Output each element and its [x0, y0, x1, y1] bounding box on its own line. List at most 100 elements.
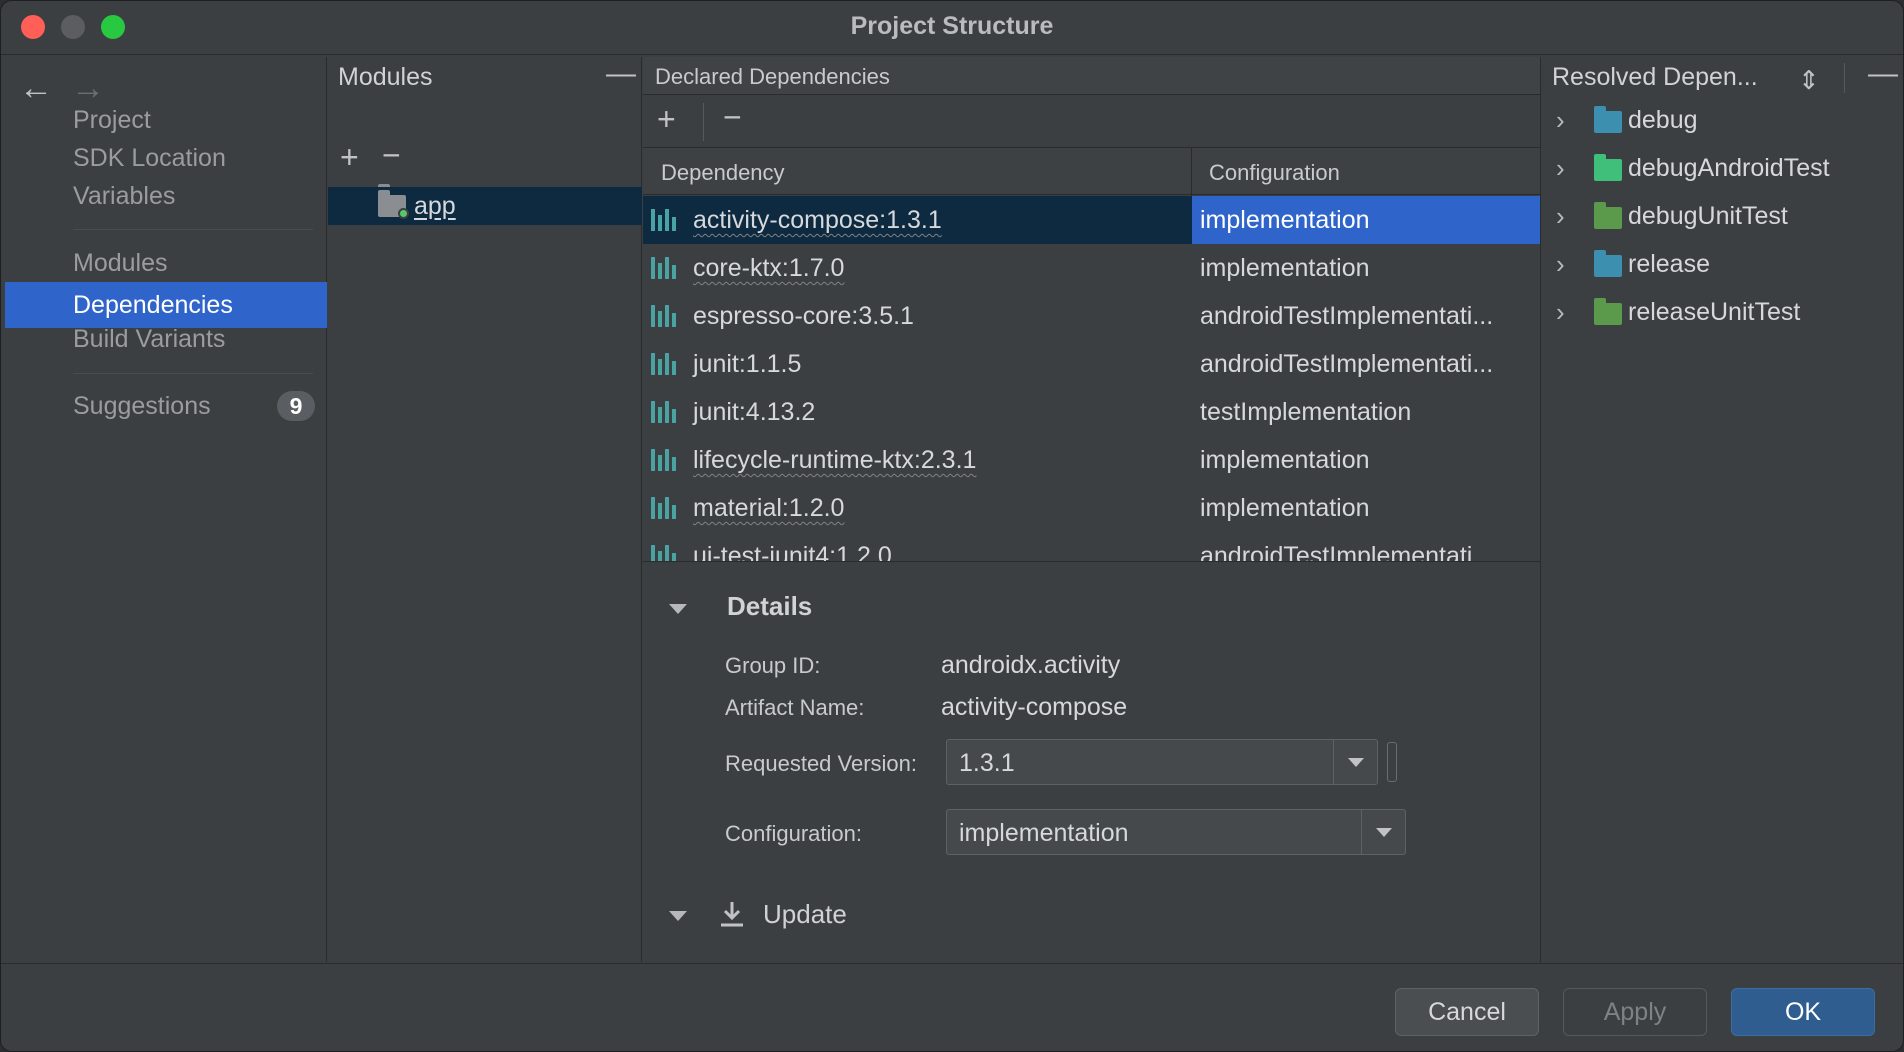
chevron-down-icon[interactable]: [1333, 740, 1377, 784]
library-icon: [651, 545, 679, 561]
group-id-value: androidx.activity: [941, 651, 1121, 679]
dependency-name: material:1.2.0: [693, 494, 845, 522]
chevron-down-icon[interactable]: [1361, 810, 1405, 854]
modules-panel-title: Modules: [338, 63, 433, 91]
resolved-item-debug-unit-test[interactable]: › debugUnitTest: [1542, 193, 1903, 241]
module-folder-icon: [378, 190, 409, 219]
group-id-label: Group ID:: [725, 653, 821, 678]
chevron-right-icon[interactable]: ›: [1556, 249, 1565, 280]
remove-dependency-button[interactable]: −: [723, 101, 742, 133]
module-item-label: app: [414, 192, 456, 220]
module-item-app[interactable]: app: [328, 187, 642, 225]
sidebar-item-modules[interactable]: Modules: [5, 240, 327, 286]
resolved-item-label: release: [1628, 250, 1710, 278]
library-icon: [651, 209, 679, 231]
window-title: Project Structure: [850, 12, 1054, 40]
sidebar: ← → Project SDK Location Variables Modul…: [5, 57, 327, 962]
sidebar-item-label: Suggestions: [73, 392, 211, 420]
dependency-name: core-ktx:1.7.0: [693, 254, 845, 282]
chevron-right-icon[interactable]: ›: [1556, 105, 1565, 136]
dependency-configuration: implementation: [1192, 196, 1540, 244]
resolved-item-release[interactable]: › release: [1542, 241, 1903, 289]
resolved-item-label: releaseUnitTest: [1628, 298, 1801, 326]
hide-panel-icon[interactable]: —: [606, 57, 636, 91]
dependency-name: ui-test-junit4:1.2.0: [693, 542, 892, 562]
dependency-name: junit:4.13.2: [693, 398, 816, 426]
library-icon: [651, 401, 679, 423]
declared-dependencies-panel: Declared Dependencies + − Dependency Con…: [643, 57, 1541, 962]
suggestions-count-badge: 9: [277, 391, 315, 421]
artifact-name-value: activity-compose: [941, 693, 1128, 721]
configuration-combo[interactable]: implementation: [946, 809, 1406, 855]
cancel-button[interactable]: Cancel: [1395, 988, 1539, 1036]
dialog-footer: Cancel Apply OK: [1, 963, 1903, 1051]
toolbar-divider: [703, 103, 704, 141]
sidebar-item-variables[interactable]: Variables: [5, 173, 327, 219]
dependency-configuration: androidTestImplementati...: [1200, 350, 1494, 378]
dependency-table: activity-compose:1.3.1 implementation co…: [643, 196, 1540, 562]
resolved-dependencies-title: Resolved Depen...: [1552, 63, 1758, 91]
resolved-item-release-unit-test[interactable]: › releaseUnitTest: [1542, 289, 1903, 337]
dependency-name: espresso-core:3.5.1: [693, 302, 914, 330]
resolved-item-label: debugAndroidTest: [1628, 154, 1830, 182]
ok-button[interactable]: OK: [1731, 988, 1875, 1036]
table-row[interactable]: material:1.2.0 implementation: [643, 484, 1540, 532]
library-icon: [651, 305, 679, 327]
column-header-configuration[interactable]: Configuration: [1209, 160, 1340, 186]
declared-dependencies-header: Declared Dependencies: [643, 57, 1540, 95]
add-module-button[interactable]: +: [340, 141, 359, 173]
folder-icon: [1594, 250, 1622, 277]
folder-icon: [1594, 106, 1622, 133]
resolved-item-debug-android-test[interactable]: › debugAndroidTest: [1542, 145, 1903, 193]
version-options-button[interactable]: [1387, 742, 1397, 782]
add-dependency-button[interactable]: +: [657, 103, 676, 135]
table-row[interactable]: core-ktx:1.7.0 implementation: [643, 244, 1540, 292]
dependency-configuration: implementation: [1200, 254, 1370, 282]
project-structure-window: Project Structure ← → Project SDK Locati…: [0, 0, 1904, 1052]
folder-icon: [1594, 298, 1622, 325]
library-icon: [651, 353, 679, 375]
configuration-label: Configuration:: [725, 821, 862, 846]
dependency-configuration: androidTestImplementati...: [1200, 302, 1494, 330]
table-row[interactable]: activity-compose:1.3.1 implementation: [643, 196, 1540, 244]
configuration-value: implementation: [959, 819, 1129, 847]
folder-icon: [1594, 154, 1622, 181]
table-row[interactable]: lifecycle-runtime-ktx:2.3.1 implementati…: [643, 436, 1540, 484]
table-row[interactable]: junit:1.1.5 androidTestImplementati...: [643, 340, 1540, 388]
sidebar-item-build-variants[interactable]: Build Variants: [5, 316, 327, 362]
resolved-item-label: debugUnitTest: [1628, 202, 1788, 230]
table-row[interactable]: junit:4.13.2 testImplementation: [643, 388, 1540, 436]
hide-panel-icon[interactable]: —: [1868, 57, 1898, 91]
resolved-item-debug[interactable]: › debug: [1542, 97, 1903, 145]
dependency-name: junit:1.1.5: [693, 350, 802, 378]
collapse-all-icon[interactable]: ⇕: [1798, 65, 1820, 96]
table-row[interactable]: ui-test-junit4:1.2.0 androidTestImplemen…: [643, 532, 1540, 562]
dependency-name: activity-compose:1.3.1: [693, 206, 942, 234]
chevron-right-icon[interactable]: ›: [1556, 153, 1565, 184]
library-icon: [651, 497, 679, 519]
title-bar: Project Structure: [1, 1, 1903, 55]
dependency-configuration: implementation: [1200, 494, 1370, 522]
update-collapse-icon[interactable]: [669, 911, 687, 921]
requested-version-label: Requested Version:: [725, 751, 918, 776]
dependency-configuration: androidTestImplementati: [1200, 542, 1473, 562]
dependency-name: lifecycle-runtime-ktx:2.3.1: [693, 446, 977, 474]
column-header-dependency[interactable]: Dependency: [661, 160, 785, 186]
details-collapse-icon[interactable]: [669, 604, 687, 614]
requested-version-value: 1.3.1: [959, 749, 1015, 777]
chevron-right-icon[interactable]: ›: [1556, 297, 1565, 328]
dependency-table-header: Dependency Configuration: [643, 147, 1540, 196]
download-icon: [721, 902, 743, 927]
details-section-title: Details: [727, 591, 813, 621]
dependency-configuration: implementation: [1200, 446, 1370, 474]
chevron-right-icon[interactable]: ›: [1556, 201, 1565, 232]
table-row[interactable]: espresso-core:3.5.1 androidTestImplement…: [643, 292, 1540, 340]
requested-version-combo[interactable]: 1.3.1: [946, 739, 1378, 785]
modules-panel: Modules — + − <All Modules> app: [328, 57, 642, 962]
remove-module-button[interactable]: −: [382, 139, 401, 171]
resolved-item-label: debug: [1628, 106, 1698, 134]
apply-button[interactable]: Apply: [1563, 988, 1707, 1036]
sidebar-item-suggestions[interactable]: Suggestions 9: [5, 383, 327, 429]
folder-icon: [1594, 202, 1622, 229]
update-section-title: Update: [763, 899, 847, 929]
